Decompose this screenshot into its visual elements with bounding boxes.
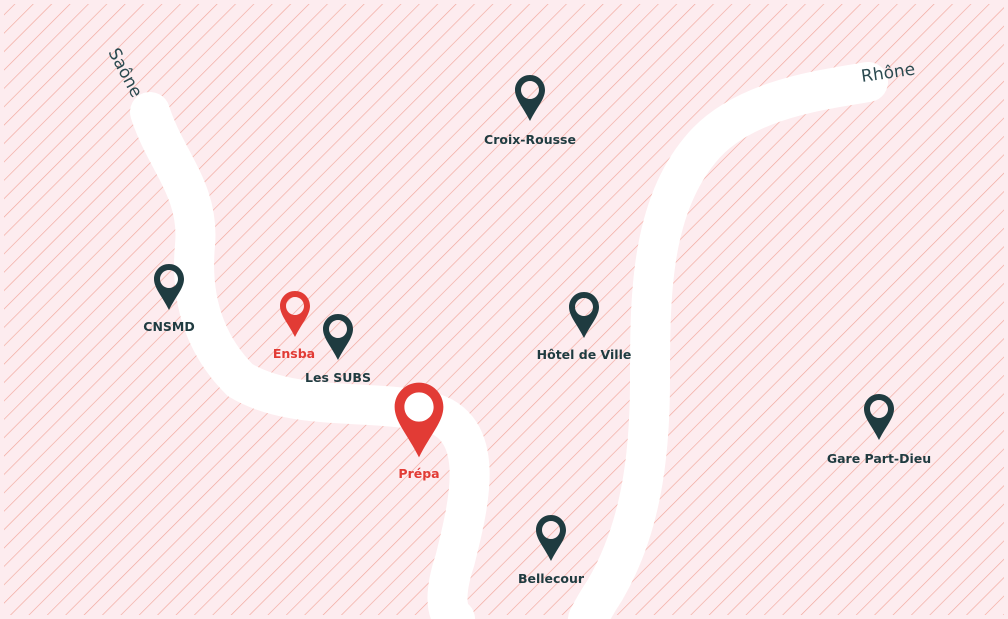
location-label: Bellecour — [518, 571, 585, 586]
map-canvas: Saône Rhône Croix-Rousse CNSMD Ensba Les… — [4, 4, 1004, 619]
location-label: Croix-Rousse — [484, 132, 576, 147]
location-label: CNSMD — [143, 319, 194, 334]
city-map: Saône Rhône Croix-Rousse CNSMD Ensba Les… — [0, 0, 1008, 619]
location-label: Prépa — [398, 466, 439, 481]
location-label: Ensba — [273, 346, 315, 361]
location-label: Les SUBS — [305, 370, 371, 385]
location-label: Hôtel de Ville — [537, 347, 632, 362]
location-label: Gare Part-Dieu — [827, 451, 931, 466]
